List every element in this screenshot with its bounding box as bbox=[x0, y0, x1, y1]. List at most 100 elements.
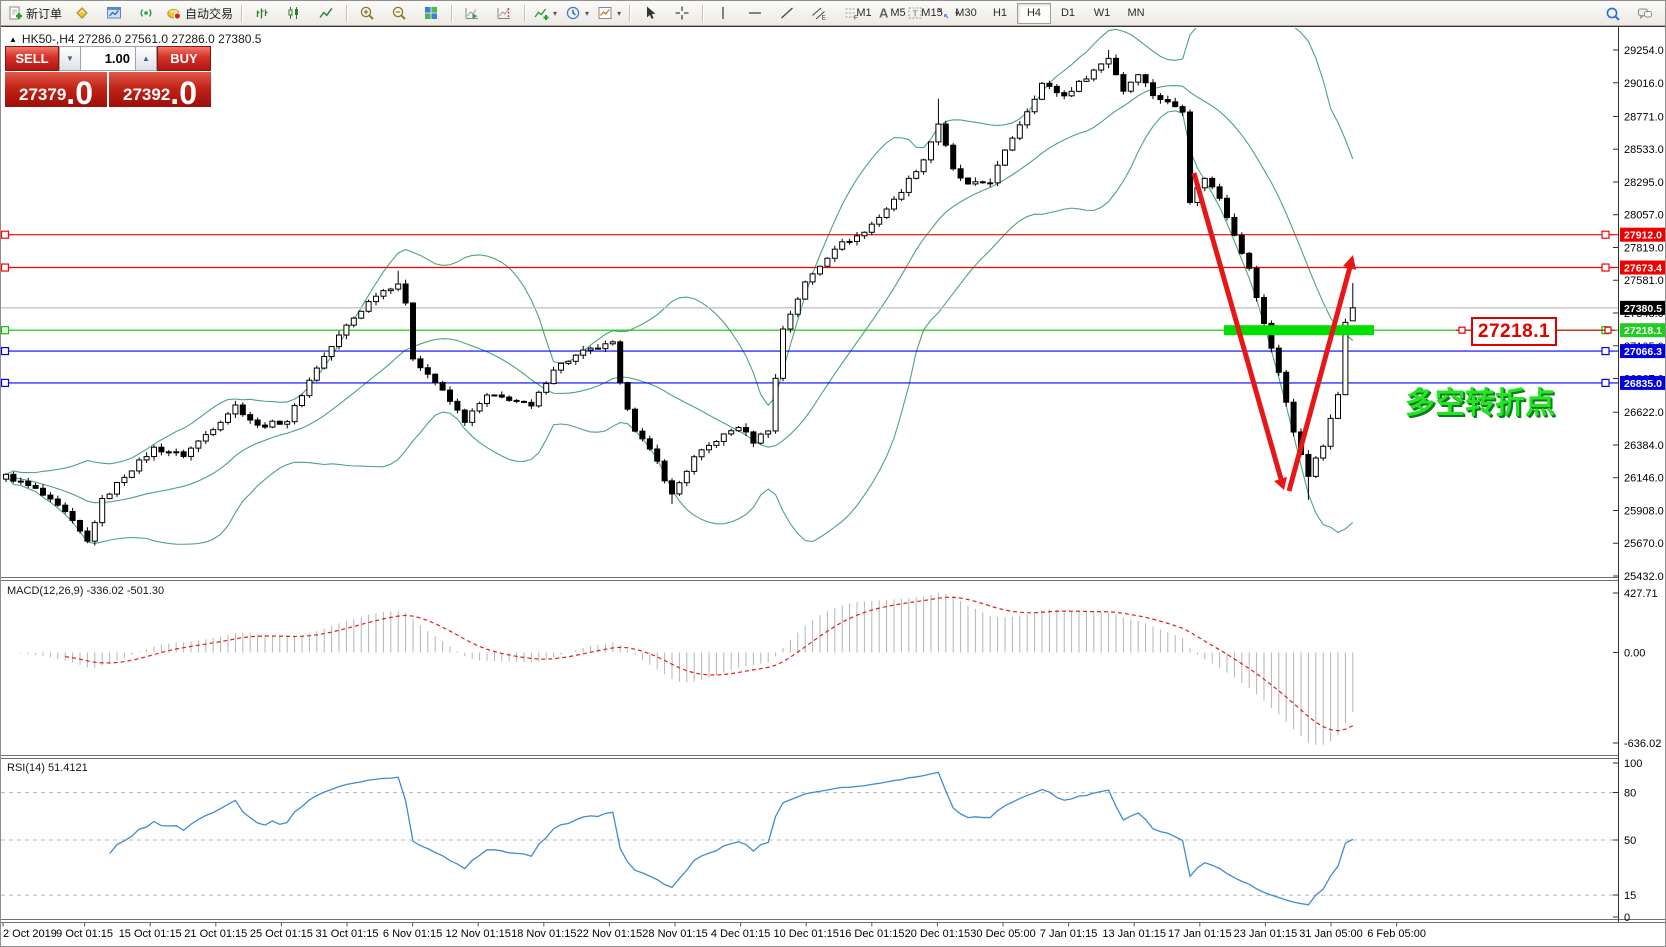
toolbar-button-label: 新订单 bbox=[26, 6, 63, 21]
volume-down-button[interactable]: ▼ bbox=[59, 46, 81, 71]
hline-button[interactable] bbox=[739, 2, 771, 24]
support-zone-segment[interactable] bbox=[1224, 325, 1374, 336]
terminal-button[interactable] bbox=[98, 2, 130, 24]
timeframe-m1[interactable]: M1 bbox=[847, 3, 881, 24]
axis-badge-27673.4: 27673.4 bbox=[1620, 260, 1665, 275]
svg-text:27912.0: 27912.0 bbox=[1624, 230, 1662, 242]
chart-shift-icon bbox=[497, 8, 511, 19]
vline-button[interactable] bbox=[707, 2, 739, 24]
auto-scroll-button[interactable] bbox=[456, 2, 488, 24]
chart-symbol-title: ▲ HK50-,H4 27286.0 27561.0 27286.0 27380… bbox=[9, 32, 261, 46]
buy-button[interactable]: BUY bbox=[157, 46, 211, 71]
svg-text:10 Dec 01:15: 10 Dec 01:15 bbox=[773, 928, 838, 940]
svg-text:20 Dec 01:15: 20 Dec 01:15 bbox=[905, 928, 970, 940]
svg-text:27673.4: 27673.4 bbox=[1624, 263, 1662, 275]
axis-badge-27066.3: 27066.3 bbox=[1620, 344, 1665, 359]
timeframe-group: M1 M5 M15 M30 H1 H4 D1 W1 MN bbox=[847, 3, 1153, 24]
toolbar-button-label: 自动交易 bbox=[185, 6, 234, 21]
svg-text:28057.0: 28057.0 bbox=[1624, 210, 1664, 222]
toolbar-separator bbox=[241, 4, 243, 22]
price-callout-label[interactable]: 27218.1 bbox=[1471, 317, 1557, 346]
vline-icon bbox=[722, 7, 724, 19]
svg-text:31 Jan 05:00: 31 Jan 05:00 bbox=[1299, 928, 1363, 940]
svg-text:28 Nov 01:15: 28 Nov 01:15 bbox=[642, 928, 707, 940]
svg-text:29016.0: 29016.0 bbox=[1624, 78, 1664, 90]
svg-text:31 Oct 01:15: 31 Oct 01:15 bbox=[316, 928, 379, 940]
sell-button[interactable]: SELL bbox=[5, 46, 59, 71]
timeframe-m15[interactable]: M15 bbox=[915, 3, 949, 24]
toolbar-separator bbox=[629, 4, 631, 22]
zoom-out-button[interactable] bbox=[383, 2, 415, 24]
svg-text:28771.0: 28771.0 bbox=[1624, 111, 1664, 123]
periods-button[interactable]: ▾ bbox=[561, 2, 593, 24]
templates-button[interactable]: ▾ bbox=[593, 2, 625, 24]
svg-text:50: 50 bbox=[1624, 835, 1636, 847]
svg-text:28533.0: 28533.0 bbox=[1624, 144, 1664, 156]
hline-icon bbox=[749, 12, 762, 14]
comments-button[interactable] bbox=[1629, 3, 1661, 25]
hline-27912[interactable] bbox=[1, 230, 1618, 239]
svg-text:427.71: 427.71 bbox=[1624, 588, 1658, 600]
timeframe-d1[interactable]: D1 bbox=[1051, 3, 1085, 24]
svg-text:100: 100 bbox=[1624, 758, 1642, 770]
chevron-down-icon: ▾ bbox=[585, 8, 590, 18]
svg-text:25 Oct 01:15: 25 Oct 01:15 bbox=[250, 928, 313, 940]
trendline-button[interactable] bbox=[771, 2, 803, 24]
volume-up-button[interactable]: ▲ bbox=[135, 46, 157, 71]
svg-text:25432.0: 25432.0 bbox=[1624, 571, 1664, 583]
volume-input[interactable]: 1.00 bbox=[81, 46, 135, 71]
toolbar-separator bbox=[451, 4, 453, 22]
candle-chart-button[interactable] bbox=[278, 2, 310, 24]
search-button[interactable] bbox=[1597, 3, 1629, 25]
signals-icon bbox=[140, 9, 152, 17]
line-chart-button[interactable] bbox=[310, 2, 342, 24]
rsi-indicator-label: RSI(14) 51.4121 bbox=[7, 762, 88, 774]
autotrading-icon bbox=[167, 8, 182, 20]
chart-shift-button[interactable] bbox=[488, 2, 520, 24]
comments-icon bbox=[1638, 8, 1652, 20]
timeframe-h1[interactable]: H1 bbox=[983, 3, 1017, 24]
new-order-button[interactable]: 新订单 bbox=[3, 2, 66, 24]
svg-text:15 Oct 01:15: 15 Oct 01:15 bbox=[119, 928, 182, 940]
timeframe-m5[interactable]: M5 bbox=[881, 3, 915, 24]
bar-chart-button[interactable] bbox=[246, 2, 278, 24]
zoom-in-button[interactable] bbox=[351, 2, 383, 24]
svg-text:27380.5: 27380.5 bbox=[1624, 303, 1662, 315]
indicators-button[interactable]: ▾ bbox=[529, 2, 561, 24]
sell-price-panel[interactable]: 27379 .0 bbox=[5, 72, 107, 109]
tile-windows-icon bbox=[425, 7, 438, 19]
new-order-icon bbox=[9, 6, 22, 20]
svg-text:2 Oct 2019: 2 Oct 2019 bbox=[3, 928, 57, 940]
hline-27066[interactable] bbox=[1, 346, 1618, 356]
auto-scroll-icon bbox=[465, 8, 479, 19]
cursor-button[interactable] bbox=[634, 2, 666, 24]
toolbar-separator bbox=[702, 4, 704, 22]
timeframe-mn[interactable]: MN bbox=[1119, 3, 1153, 24]
chinese-annotation-text[interactable]: 多空转折点 bbox=[1405, 378, 1555, 422]
svg-text:26146.0: 26146.0 bbox=[1624, 473, 1664, 485]
signals-button[interactable] bbox=[130, 2, 162, 24]
axis-badge-27912.0: 27912.0 bbox=[1620, 227, 1665, 242]
svg-text:0.00: 0.00 bbox=[1624, 648, 1645, 660]
timeframe-w1[interactable]: W1 bbox=[1085, 3, 1119, 24]
autotrading-button[interactable]: 自动交易 bbox=[162, 2, 237, 24]
bar-chart-icon bbox=[256, 8, 268, 19]
svg-text:26384.0: 26384.0 bbox=[1624, 440, 1664, 452]
metaeditor-button[interactable] bbox=[66, 2, 98, 24]
crosshair-button[interactable] bbox=[666, 2, 698, 24]
timeframe-m30[interactable]: M30 bbox=[949, 3, 983, 24]
buy-price-big-digit: .0 bbox=[170, 74, 197, 111]
toolbar-left-group: 新订单 自动交易 ▾ ▾ ▾ E F A T ▾ bbox=[3, 2, 963, 24]
svg-text:17 Jan 01:15: 17 Jan 01:15 bbox=[1168, 928, 1232, 940]
tile-windows-button[interactable] bbox=[415, 2, 447, 24]
channel-button[interactable]: E bbox=[803, 2, 835, 24]
chevron-down-icon: ▾ bbox=[617, 8, 622, 18]
svg-text:23 Jan 01:15: 23 Jan 01:15 bbox=[1234, 928, 1298, 940]
svg-text:7 Jan 01:15: 7 Jan 01:15 bbox=[1040, 928, 1098, 940]
hline-27218[interactable] bbox=[1, 326, 1618, 335]
timeframe-h4[interactable]: H4 bbox=[1017, 3, 1051, 24]
buy-price-panel[interactable]: 27392 .0 bbox=[109, 72, 211, 111]
hline-26835[interactable] bbox=[1, 378, 1618, 388]
hline-27673[interactable] bbox=[1, 263, 1618, 272]
svg-text:18 Nov 01:15: 18 Nov 01:15 bbox=[511, 928, 576, 940]
